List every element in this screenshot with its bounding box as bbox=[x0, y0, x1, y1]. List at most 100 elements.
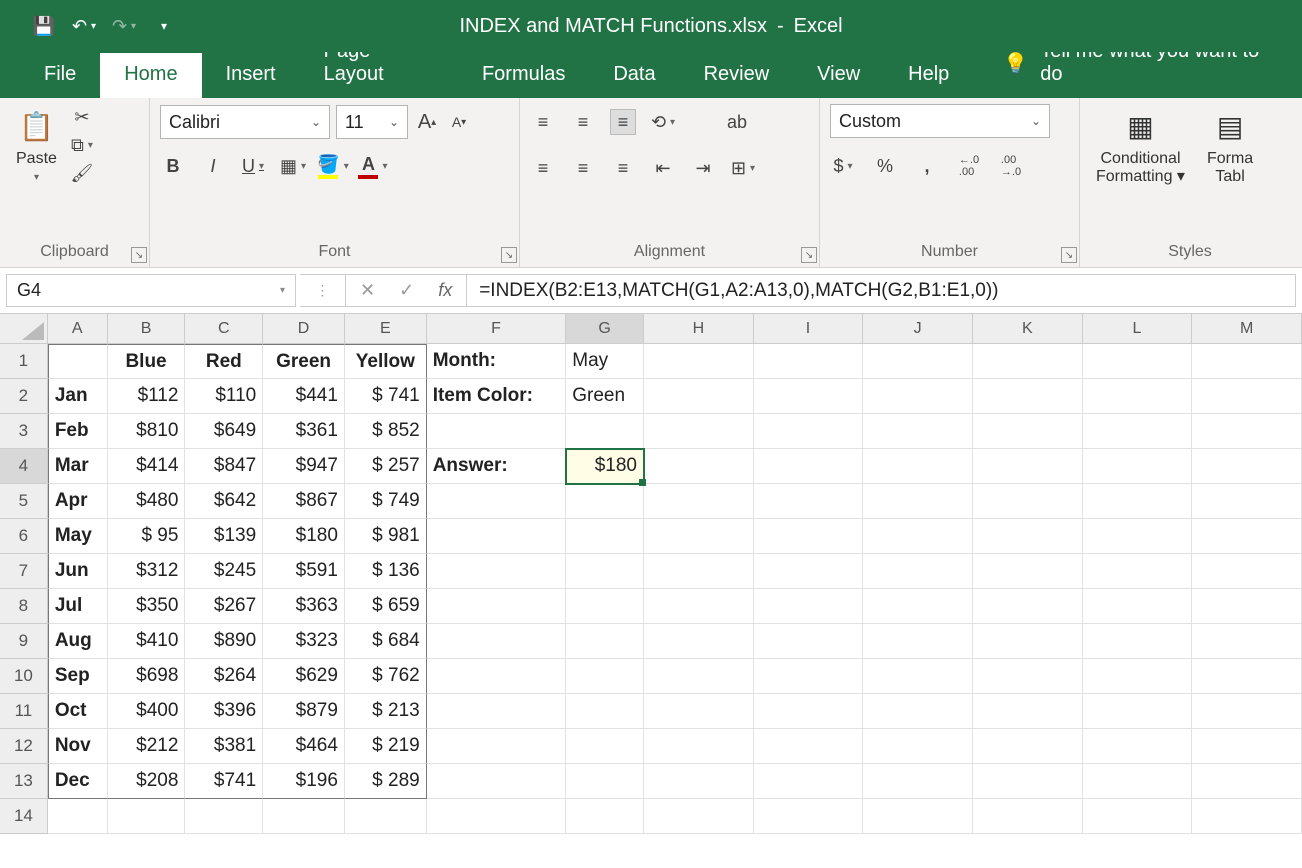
col-L[interactable]: L bbox=[1083, 314, 1193, 344]
cell-J12[interactable] bbox=[863, 729, 973, 764]
cell-B7[interactable]: $312 bbox=[108, 554, 186, 589]
cell-F9[interactable] bbox=[427, 624, 567, 659]
cell-G8[interactable] bbox=[566, 589, 644, 624]
cell-H6[interactable] bbox=[644, 519, 754, 554]
cell-G5[interactable] bbox=[566, 484, 644, 519]
cell-J5[interactable] bbox=[863, 484, 973, 519]
col-K[interactable]: K bbox=[973, 314, 1083, 344]
cell-F2[interactable]: Item Color: bbox=[427, 379, 567, 414]
cell-F10[interactable] bbox=[427, 659, 567, 694]
cell-J8[interactable] bbox=[863, 589, 973, 624]
cell-D9[interactable]: $323 bbox=[263, 624, 345, 659]
percent-button[interactable]: % bbox=[872, 153, 898, 179]
increase-decimal-icon[interactable]: ←.0.00 bbox=[956, 153, 982, 179]
cell-M11[interactable] bbox=[1192, 694, 1302, 729]
cell-K1[interactable] bbox=[973, 344, 1083, 379]
cell-M8[interactable] bbox=[1192, 589, 1302, 624]
cell-C1[interactable]: Red bbox=[185, 344, 263, 379]
cell-J2[interactable] bbox=[863, 379, 973, 414]
rowhdr-5[interactable]: 5 bbox=[0, 484, 48, 519]
cell-I6[interactable] bbox=[754, 519, 864, 554]
cell-G14[interactable] bbox=[566, 799, 644, 834]
cell-L8[interactable] bbox=[1083, 589, 1193, 624]
cell-A12[interactable]: Nov bbox=[48, 729, 108, 764]
cell-K7[interactable] bbox=[973, 554, 1083, 589]
cell-H13[interactable] bbox=[644, 764, 754, 799]
cell-B12[interactable]: $212 bbox=[108, 729, 186, 764]
cell-A7[interactable]: Jun bbox=[48, 554, 108, 589]
cell-F1[interactable]: Month: bbox=[427, 344, 567, 379]
redo-button[interactable]: ↷▾ bbox=[108, 10, 140, 42]
cell-M10[interactable] bbox=[1192, 659, 1302, 694]
cell-D6[interactable]: $180 bbox=[263, 519, 345, 554]
tab-home[interactable]: Home bbox=[100, 53, 201, 98]
orientation-icon[interactable]: ⟲ bbox=[650, 109, 676, 135]
decrease-decimal-icon[interactable]: .00→.0 bbox=[998, 153, 1024, 179]
cell-G12[interactable] bbox=[566, 729, 644, 764]
cell-E14[interactable] bbox=[345, 799, 427, 834]
cell-D1[interactable]: Green bbox=[263, 344, 345, 379]
cell-C13[interactable]: $741 bbox=[185, 764, 263, 799]
col-B[interactable]: B bbox=[108, 314, 186, 344]
cell-L1[interactable] bbox=[1083, 344, 1193, 379]
formula-input[interactable]: =INDEX(B2:E13,MATCH(G1,A2:A13,0),MATCH(G… bbox=[467, 274, 1296, 307]
align-center-icon[interactable]: ≡ bbox=[570, 155, 596, 181]
cell-C5[interactable]: $642 bbox=[185, 484, 263, 519]
underline-button[interactable]: U bbox=[240, 153, 266, 179]
rowhdr-3[interactable]: 3 bbox=[0, 414, 48, 449]
wrap-text-icon[interactable]: ab bbox=[724, 109, 750, 135]
tab-file[interactable]: File bbox=[20, 53, 100, 98]
cell-J14[interactable] bbox=[863, 799, 973, 834]
cell-C4[interactable]: $847 bbox=[185, 449, 263, 484]
cell-B5[interactable]: $480 bbox=[108, 484, 186, 519]
tab-insert[interactable]: Insert bbox=[202, 53, 300, 98]
font-color-button[interactable]: A bbox=[360, 153, 386, 179]
worksheet-grid[interactable]: A B C D E F G H I J K L M 1 Blue Red Gre… bbox=[0, 314, 1302, 834]
enter-icon[interactable]: ✓ bbox=[399, 280, 414, 301]
cell-D13[interactable]: $196 bbox=[263, 764, 345, 799]
cell-M9[interactable] bbox=[1192, 624, 1302, 659]
rowhdr-12[interactable]: 12 bbox=[0, 729, 48, 764]
rowhdr-11[interactable]: 11 bbox=[0, 694, 48, 729]
cell-E6[interactable]: $ 981 bbox=[345, 519, 427, 554]
paste-button[interactable]: 📋 Paste ▾ bbox=[10, 104, 63, 185]
rowhdr-9[interactable]: 9 bbox=[0, 624, 48, 659]
save-icon[interactable]: 💾 bbox=[28, 10, 60, 42]
rowhdr-6[interactable]: 6 bbox=[0, 519, 48, 554]
cell-C12[interactable]: $381 bbox=[185, 729, 263, 764]
cell-C6[interactable]: $139 bbox=[185, 519, 263, 554]
number-dialog-launcher[interactable]: ↘ bbox=[1061, 247, 1077, 263]
align-bottom-icon[interactable]: ≡ bbox=[610, 109, 636, 135]
cell-M7[interactable] bbox=[1192, 554, 1302, 589]
cell-B3[interactable]: $810 bbox=[108, 414, 186, 449]
cell-K2[interactable] bbox=[973, 379, 1083, 414]
cell-A11[interactable]: Oct bbox=[48, 694, 108, 729]
align-right-icon[interactable]: ≡ bbox=[610, 155, 636, 181]
grow-font-icon[interactable]: A▴ bbox=[414, 109, 440, 135]
cell-D11[interactable]: $879 bbox=[263, 694, 345, 729]
cell-B6[interactable]: $ 95 bbox=[108, 519, 186, 554]
cell-K5[interactable] bbox=[973, 484, 1083, 519]
cell-K11[interactable] bbox=[973, 694, 1083, 729]
cell-A14[interactable] bbox=[48, 799, 108, 834]
cell-H10[interactable] bbox=[644, 659, 754, 694]
cell-M13[interactable] bbox=[1192, 764, 1302, 799]
tab-formulas[interactable]: Formulas bbox=[458, 53, 589, 98]
cell-J10[interactable] bbox=[863, 659, 973, 694]
cell-C14[interactable] bbox=[185, 799, 263, 834]
decrease-indent-icon[interactable]: ⇤ bbox=[650, 155, 676, 181]
col-C[interactable]: C bbox=[185, 314, 263, 344]
cell-H12[interactable] bbox=[644, 729, 754, 764]
cancel-icon[interactable]: ✕ bbox=[360, 280, 375, 301]
rowhdr-2[interactable]: 2 bbox=[0, 379, 48, 414]
cell-H5[interactable] bbox=[644, 484, 754, 519]
cell-B13[interactable]: $208 bbox=[108, 764, 186, 799]
cell-M5[interactable] bbox=[1192, 484, 1302, 519]
cell-G3[interactable] bbox=[566, 414, 644, 449]
cell-E3[interactable]: $ 852 bbox=[345, 414, 427, 449]
cell-F8[interactable] bbox=[427, 589, 567, 624]
cell-E4[interactable]: $ 257 bbox=[345, 449, 427, 484]
cell-F4[interactable]: Answer: bbox=[427, 449, 567, 484]
cell-K6[interactable] bbox=[973, 519, 1083, 554]
cell-C11[interactable]: $396 bbox=[185, 694, 263, 729]
